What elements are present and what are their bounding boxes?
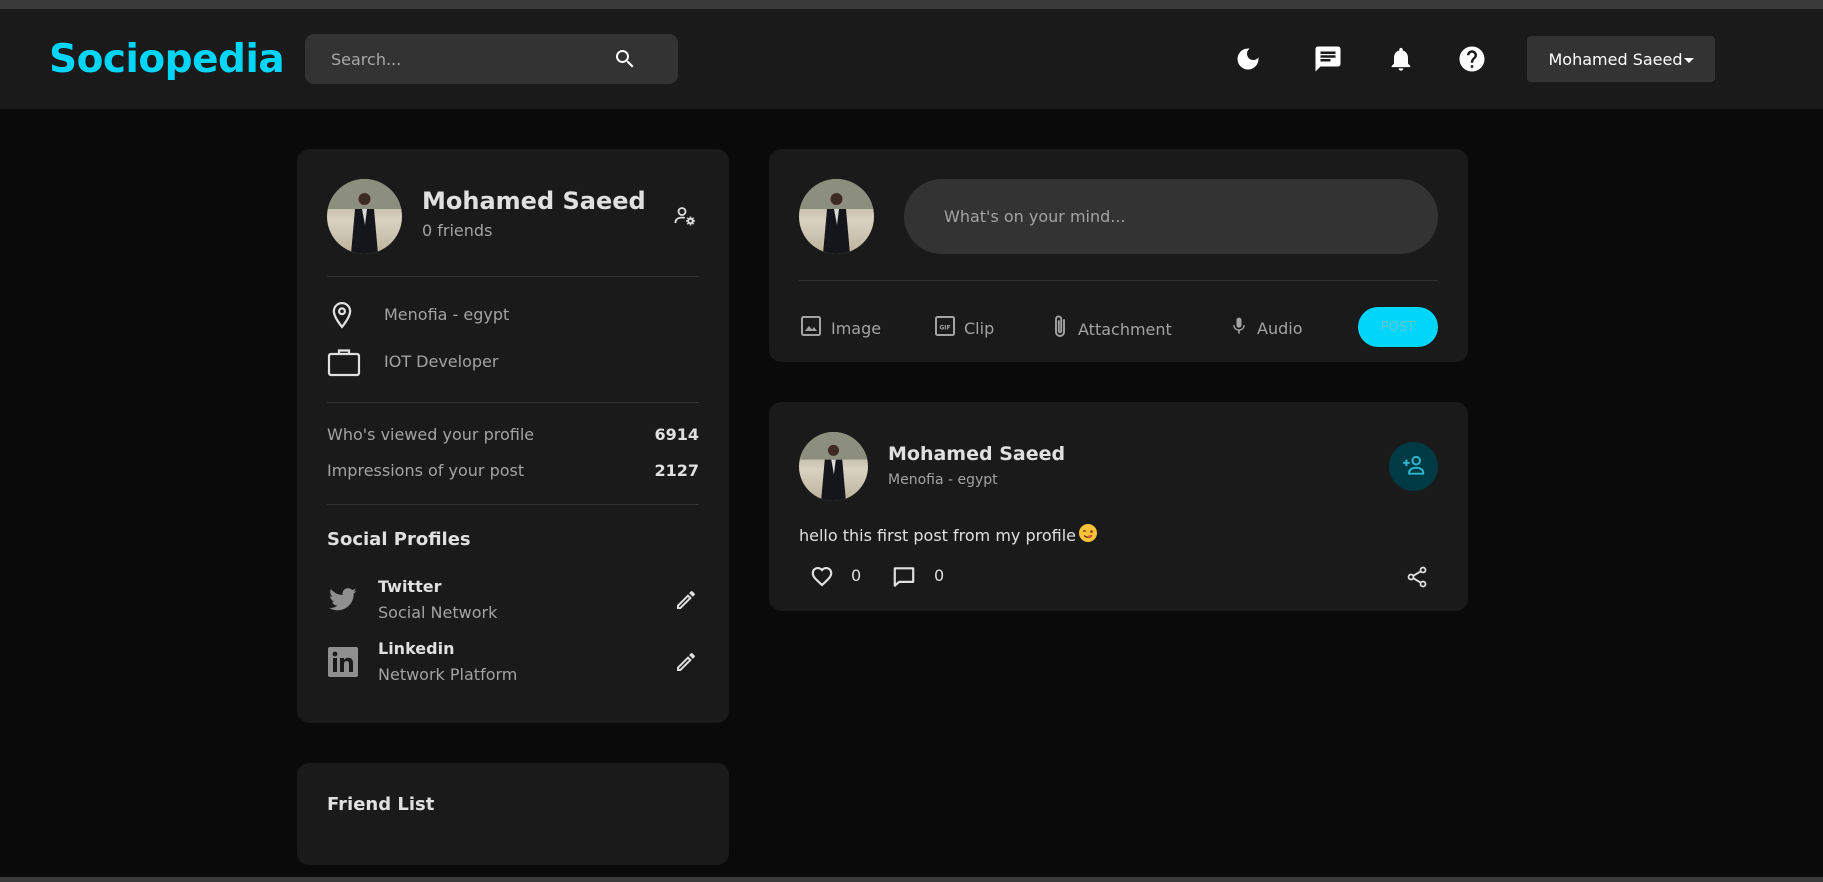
stat-value-views: 6914 [654, 425, 699, 444]
friend-list-card: Friend List [297, 763, 729, 865]
image-action[interactable]: Image [799, 314, 881, 342]
social-desc-linkedin: Network Platform [378, 665, 518, 684]
search-box [305, 34, 678, 84]
user-menu-select[interactable]: Mohamed Saeed [1527, 36, 1715, 82]
profile-name[interactable]: Mohamed Saeed [422, 187, 646, 215]
divider [327, 276, 699, 277]
linkedin-icon [327, 646, 359, 682]
svg-text:GIF: GIF [939, 325, 950, 332]
post-author-avatar[interactable] [799, 432, 868, 501]
composer-avatar [799, 179, 874, 254]
dark-mode-icon[interactable] [1230, 41, 1266, 77]
manage-account-icon[interactable] [673, 204, 697, 232]
twitter-icon [327, 585, 359, 617]
post-text: hello this first post from my profile [799, 525, 1077, 545]
attachment-icon [1050, 314, 1070, 344]
comment-count: 0 [934, 566, 945, 585]
person-add-icon [1401, 452, 1427, 482]
app-logo[interactable]: Sociopedia [49, 37, 285, 82]
search-icon[interactable] [613, 47, 637, 71]
help-icon[interactable] [1454, 41, 1490, 77]
post-author-name[interactable]: Mohamed Saeed [888, 443, 1065, 465]
divider [799, 280, 1438, 281]
profile-avatar[interactable] [327, 179, 402, 254]
user-menu-name: Mohamed Saeed [1548, 49, 1683, 69]
audio-label: Audio [1257, 318, 1303, 338]
work-icon [327, 347, 361, 381]
social-desc-twitter: Social Network [378, 603, 498, 622]
post-text-row: hello this first post from my profile [799, 523, 1098, 547]
profile-occupation: IOT Developer [384, 352, 499, 371]
add-friend-button[interactable] [1389, 442, 1438, 491]
share-icon[interactable] [1405, 565, 1429, 593]
microphone-icon [1229, 314, 1249, 342]
location-icon [327, 299, 357, 335]
composer-input-wrap [904, 179, 1438, 254]
clip-label: Clip [964, 318, 995, 338]
divider [327, 402, 699, 403]
friends-count: 0 friends [422, 221, 493, 240]
attachment-action[interactable]: Attachment [1050, 314, 1172, 344]
edit-icon[interactable] [674, 650, 698, 678]
post-composer: [data-name="composer-input"]::placeholde… [769, 149, 1468, 362]
attachment-label: Attachment [1078, 319, 1172, 339]
like-count: 0 [851, 566, 862, 585]
profile-card: Mohamed Saeed 0 friends Menofia - egypt … [297, 149, 729, 723]
gif-icon: GIF [934, 314, 956, 342]
composer-input[interactable] [944, 179, 1414, 254]
search-input[interactable] [331, 34, 621, 84]
image-label: Image [831, 318, 882, 338]
social-name-linkedin: Linkedin [378, 639, 455, 658]
social-name-twitter: Twitter [378, 577, 442, 596]
like-heart-icon[interactable] [809, 563, 835, 593]
wink-emoji-icon [1078, 523, 1098, 547]
window-bottom-border [0, 877, 1823, 882]
window-top-border [0, 0, 1823, 9]
social-profiles-title: Social Profiles [327, 529, 471, 550]
navbar: Sociopedia Mohamed Saeed [0, 9, 1823, 109]
message-icon[interactable] [1310, 41, 1346, 77]
post-author-location: Menofia - egypt [888, 472, 998, 488]
friend-list-title: Friend List [327, 794, 435, 815]
post-card: Mohamed Saeed Menofia - egypt hello this… [769, 402, 1468, 611]
stat-label-views: Who's viewed your profile [327, 425, 535, 444]
edit-icon[interactable] [674, 588, 698, 616]
post-button[interactable]: POST [1358, 307, 1438, 347]
image-icon [799, 314, 823, 342]
audio-action[interactable]: Audio [1229, 314, 1302, 342]
clip-action[interactable]: GIF Clip [934, 314, 994, 342]
divider [327, 504, 699, 505]
profile-location: Menofia - egypt [384, 305, 510, 324]
chevron-down-icon [1683, 57, 1694, 63]
notifications-icon[interactable] [1383, 41, 1419, 77]
stat-value-impressions: 2127 [654, 461, 699, 480]
stat-label-impressions: Impressions of your post [327, 461, 525, 480]
comment-icon[interactable] [891, 564, 917, 594]
